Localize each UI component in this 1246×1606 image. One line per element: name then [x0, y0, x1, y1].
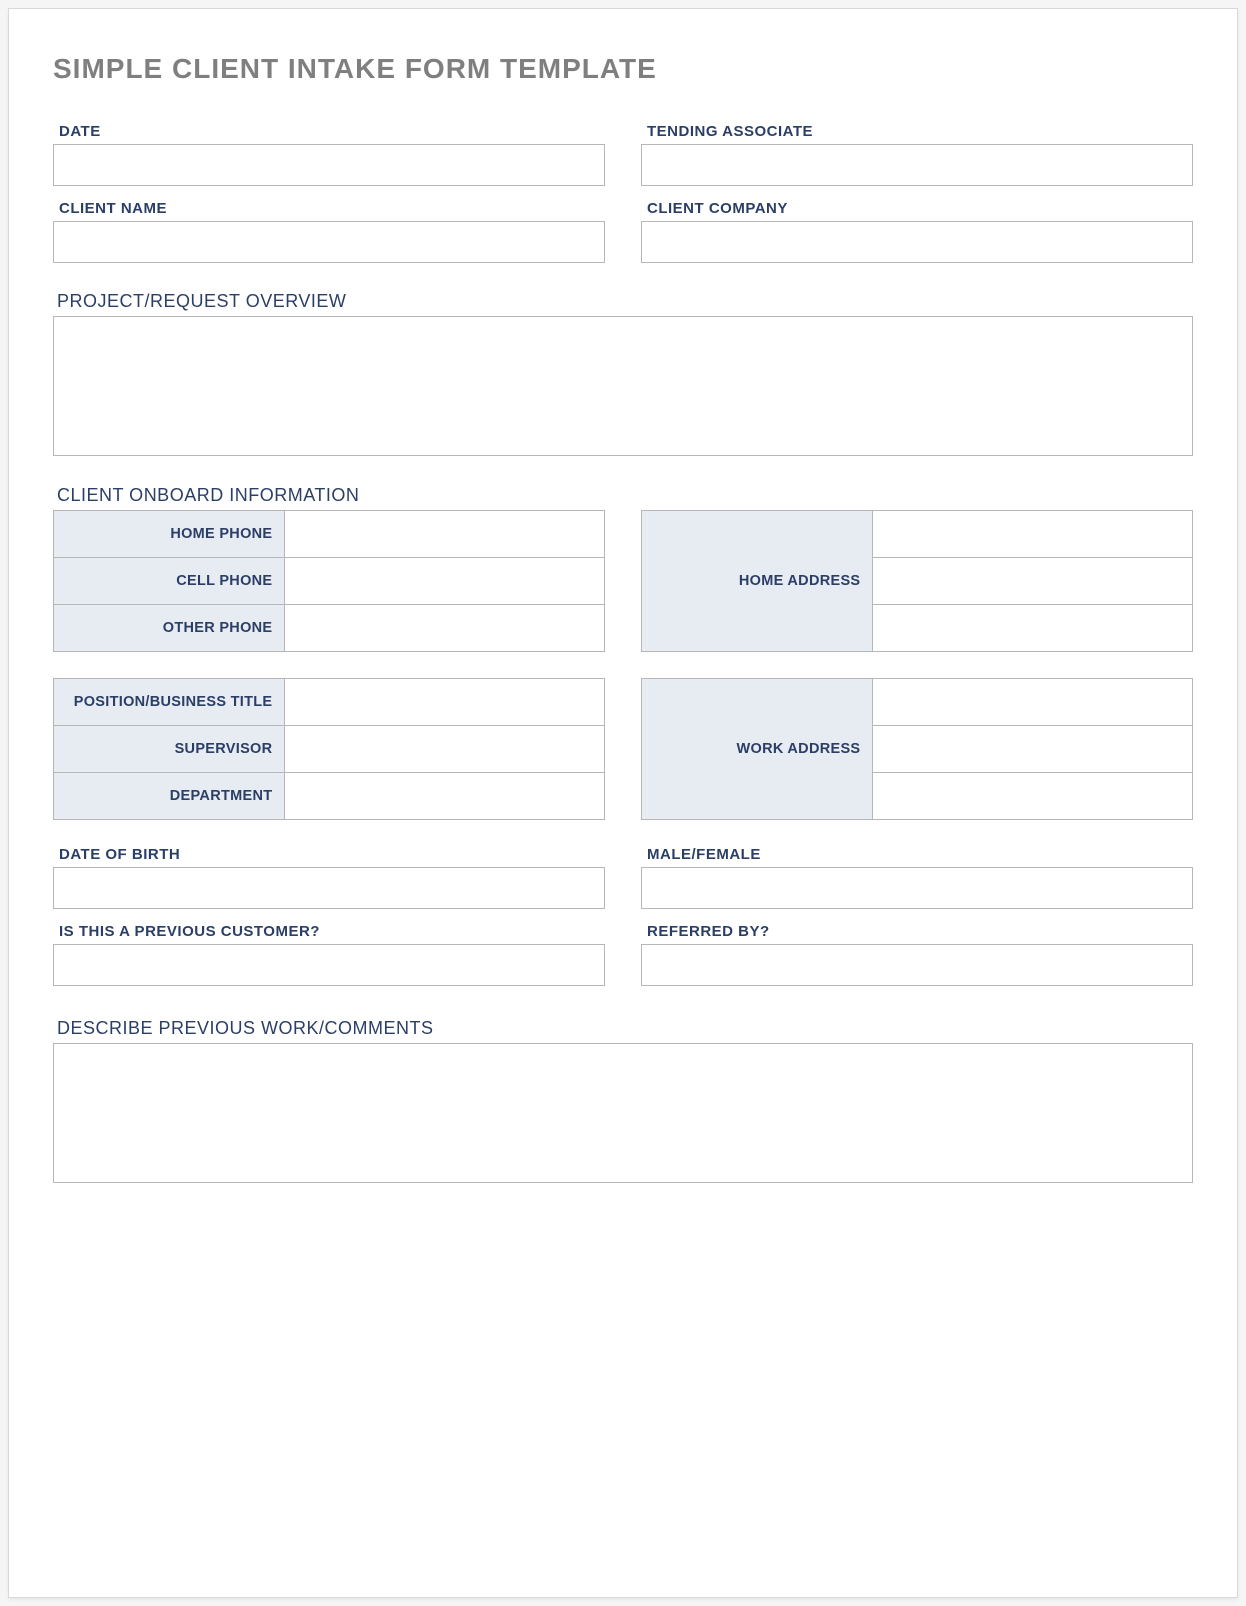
label-tending-associate: TENDING ASSOCIATE [641, 123, 1193, 144]
field-date: DATE [53, 123, 605, 186]
input-referred-by[interactable] [641, 944, 1193, 986]
label-cell-phone: CELL PHONE [54, 558, 285, 605]
input-cell-phone[interactable] [285, 558, 604, 604]
label-client-company: CLIENT COMPANY [641, 200, 1193, 221]
intake-form-page: SIMPLE CLIENT INTAKE FORM TEMPLATE DATE … [8, 8, 1238, 1598]
field-tending-associate: TENDING ASSOCIATE [641, 123, 1193, 186]
label-previous-customer: IS THIS A PREVIOUS CUSTOMER? [53, 923, 605, 944]
row-prev-referred: IS THIS A PREVIOUS CUSTOMER? REFERRED BY… [53, 923, 1193, 986]
table-position: POSITION/BUSINESS TITLE SUPERVISOR DEPAR… [53, 678, 605, 820]
label-client-onboard: CLIENT ONBOARD INFORMATION [53, 471, 1193, 510]
label-previous-work: DESCRIBE PREVIOUS WORK/COMMENTS [53, 1004, 1193, 1043]
label-supervisor: SUPERVISOR [54, 726, 285, 773]
input-gender[interactable] [641, 867, 1193, 909]
input-work-address-3[interactable] [873, 773, 1192, 819]
row-date-associate: DATE TENDING ASSOCIATE [53, 123, 1193, 186]
label-work-address: WORK ADDRESS [642, 679, 873, 820]
input-position-title[interactable] [285, 679, 604, 725]
input-home-address-1[interactable] [873, 511, 1192, 557]
grid-position-work-address: POSITION/BUSINESS TITLE SUPERVISOR DEPAR… [53, 678, 1193, 820]
label-home-phone: HOME PHONE [54, 511, 285, 558]
label-other-phone: OTHER PHONE [54, 605, 285, 652]
input-home-address-2[interactable] [873, 558, 1192, 604]
label-date: DATE [53, 123, 605, 144]
label-gender: MALE/FEMALE [641, 846, 1193, 867]
label-referred-by: REFERRED BY? [641, 923, 1193, 944]
field-gender: MALE/FEMALE [641, 846, 1193, 909]
input-client-company[interactable] [641, 221, 1193, 263]
label-dob: DATE OF BIRTH [53, 846, 605, 867]
label-department: DEPARTMENT [54, 773, 285, 820]
label-home-address: HOME ADDRESS [642, 511, 873, 652]
field-previous-customer: IS THIS A PREVIOUS CUSTOMER? [53, 923, 605, 986]
input-previous-customer[interactable] [53, 944, 605, 986]
row-client-name-company: CLIENT NAME CLIENT COMPANY [53, 200, 1193, 263]
input-client-name[interactable] [53, 221, 605, 263]
input-department[interactable] [285, 773, 604, 819]
label-project-overview: PROJECT/REQUEST OVERVIEW [53, 277, 1193, 316]
label-position-title: POSITION/BUSINESS TITLE [54, 679, 285, 726]
section-previous-work: DESCRIBE PREVIOUS WORK/COMMENTS [53, 1004, 1193, 1198]
input-home-address-3[interactable] [873, 605, 1192, 651]
field-referred-by: REFERRED BY? [641, 923, 1193, 986]
field-client-name: CLIENT NAME [53, 200, 605, 263]
col-phones: HOME PHONE CELL PHONE OTHER PHONE [53, 510, 605, 652]
input-work-address-2[interactable] [873, 726, 1192, 772]
textarea-previous-work[interactable] [53, 1043, 1193, 1183]
table-work-address: WORK ADDRESS [641, 678, 1193, 820]
input-home-phone[interactable] [285, 511, 604, 557]
row-dob-gender: DATE OF BIRTH MALE/FEMALE [53, 846, 1193, 909]
input-other-phone[interactable] [285, 605, 604, 651]
col-work-address: WORK ADDRESS [641, 678, 1193, 820]
input-dob[interactable] [53, 867, 605, 909]
input-date[interactable] [53, 144, 605, 186]
section-project-overview: PROJECT/REQUEST OVERVIEW [53, 277, 1193, 471]
input-work-address-1[interactable] [873, 679, 1192, 725]
field-client-company: CLIENT COMPANY [641, 200, 1193, 263]
input-tending-associate[interactable] [641, 144, 1193, 186]
form-title: SIMPLE CLIENT INTAKE FORM TEMPLATE [53, 53, 1193, 85]
table-phones: HOME PHONE CELL PHONE OTHER PHONE [53, 510, 605, 652]
label-client-name: CLIENT NAME [53, 200, 605, 221]
input-supervisor[interactable] [285, 726, 604, 772]
table-home-address: HOME ADDRESS [641, 510, 1193, 652]
grid-phones-home-address: HOME PHONE CELL PHONE OTHER PHONE [53, 510, 1193, 652]
col-position: POSITION/BUSINESS TITLE SUPERVISOR DEPAR… [53, 678, 605, 820]
col-home-address: HOME ADDRESS [641, 510, 1193, 652]
section-client-onboard: CLIENT ONBOARD INFORMATION HOME PHONE CE… [53, 471, 1193, 820]
textarea-project-overview[interactable] [53, 316, 1193, 456]
field-dob: DATE OF BIRTH [53, 846, 605, 909]
